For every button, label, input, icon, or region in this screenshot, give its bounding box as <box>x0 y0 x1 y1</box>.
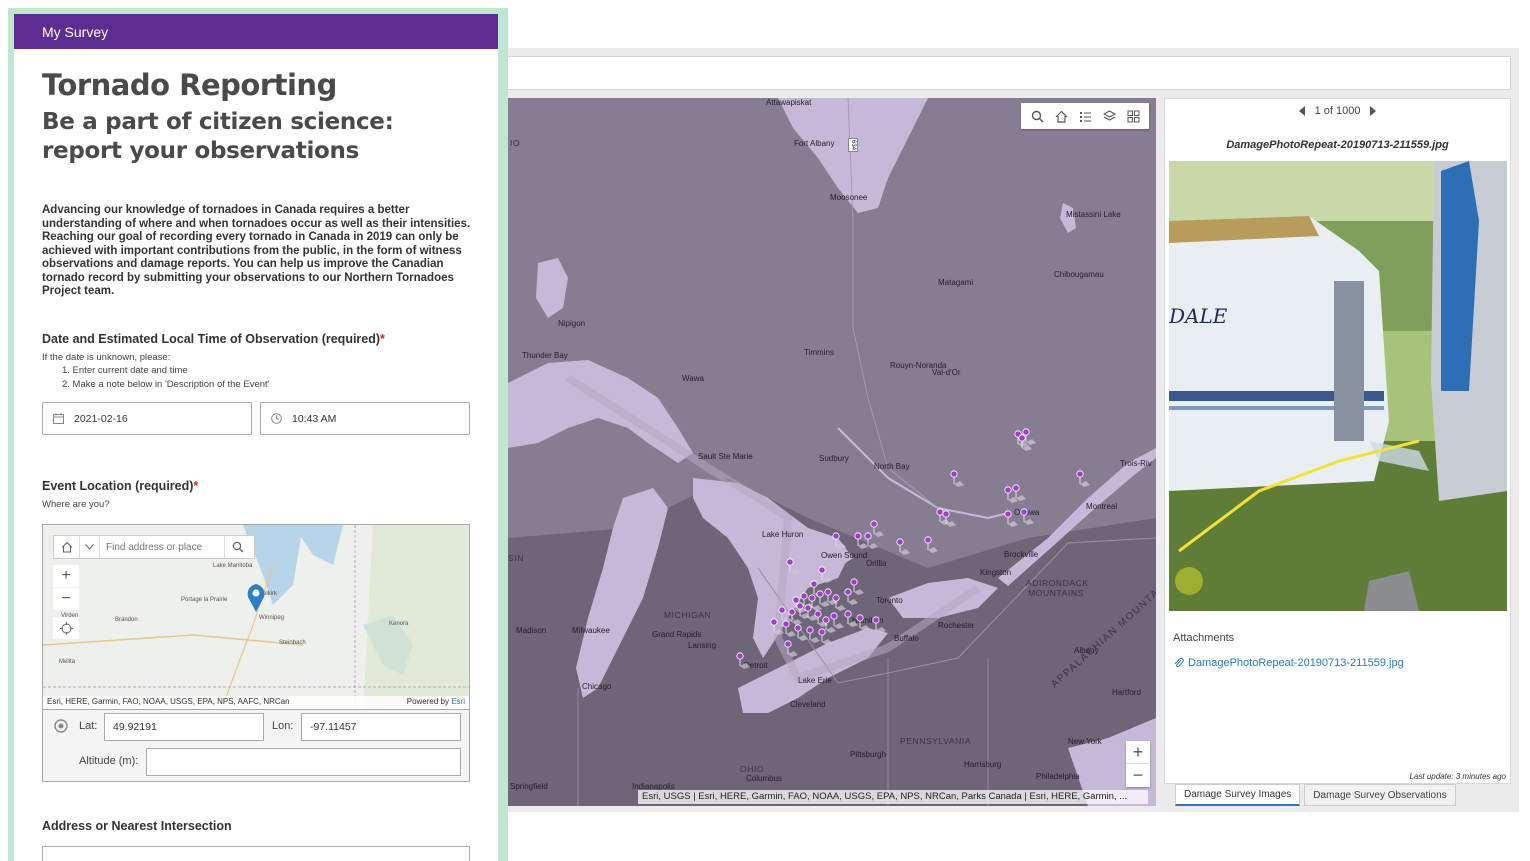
time-field[interactable]: 10:43 AM <box>260 402 470 435</box>
observation-pin-icon[interactable] <box>872 616 886 633</box>
form-intro: Advancing our knowledge of tornadoes in … <box>42 204 471 297</box>
observation-pin-icon[interactable] <box>850 578 864 595</box>
place-label: Melita <box>59 659 76 665</box>
observation-pin-icon[interactable] <box>856 614 870 631</box>
place-label: Brandon <box>115 617 138 623</box>
time-value: 10:43 AM <box>292 412 337 425</box>
observation-pin-icon[interactable] <box>950 470 964 487</box>
observation-pin-icon[interactable] <box>818 566 832 583</box>
location-search-input[interactable] <box>100 541 224 553</box>
required-mark: * <box>193 479 199 493</box>
tab-damage-survey-observations[interactable]: Damage Survey Observations <box>1304 784 1456 806</box>
lon-label: Lon: <box>272 720 294 732</box>
observation-pin-icon[interactable] <box>736 652 750 669</box>
observation-pin-icon[interactable] <box>806 626 820 643</box>
location-map[interactable]: Lake Manitoba Selkirk Portage la Prairie… <box>42 524 470 710</box>
hint-step: 1. Enter current date and time <box>62 365 188 376</box>
chevron-down-icon[interactable] <box>80 536 100 558</box>
survey-app-title: My Survey <box>42 23 109 40</box>
observation-pin-icon[interactable] <box>1004 510 1018 527</box>
calendar-icon <box>53 413 64 424</box>
date-question-label: Date and Estimated Local Time of Observa… <box>42 332 385 346</box>
image-gallery-panel: 1 of 1000 DamagePhotoRepeat-20190713-211… <box>1164 98 1511 784</box>
lon-input[interactable]: -97.11457 <box>301 713 461 741</box>
pager-text: 1 of 1000 <box>1314 105 1361 117</box>
date-question-steps: 1. Enter current date and time 2. Make a… <box>62 364 269 391</box>
coordinates-panel: Lat: 49.92191 Lon: -97.11457 Altitude (m… <box>42 710 470 782</box>
trailer-logo-text: DALE <box>1169 304 1228 328</box>
place-label: Lake Manitoba <box>213 563 253 569</box>
previous-arrow-icon[interactable] <box>1298 106 1305 116</box>
clock-icon <box>271 413 282 424</box>
place-label: Steinbach <box>279 640 306 646</box>
map-view[interactable]: Attawapiskat Fort Albany Moosonee Mistas… <box>508 98 1156 806</box>
home-icon[interactable] <box>1051 106 1071 126</box>
next-arrow-icon[interactable] <box>1370 106 1377 116</box>
survey-form: My Survey Tornado Reporting Be a part of… <box>14 14 498 861</box>
observation-pin-icon[interactable] <box>844 610 858 627</box>
observation-pin-icon[interactable] <box>1076 470 1090 487</box>
lat-input[interactable]: 49.92191 <box>104 713 264 741</box>
location-pin-icon[interactable] <box>246 583 266 613</box>
last-update-text: Last update: 3 minutes ago <box>1409 772 1506 781</box>
observation-pin-icon[interactable] <box>896 538 910 555</box>
address-input[interactable] <box>42 846 470 861</box>
paperclip-icon <box>1174 657 1184 668</box>
location-question-label: Event Location (required)* <box>42 479 199 493</box>
attachment-filename: DamagePhotoRepeat-20190713-211559.jpg <box>1188 657 1404 669</box>
dashboard-tabs: Damage Survey Images Damage Survey Obser… <box>1175 784 1456 806</box>
zoom-in-button[interactable]: + <box>1126 741 1150 764</box>
legend-icon[interactable] <box>1075 106 1095 126</box>
observation-pin-icon[interactable] <box>924 536 938 553</box>
observation-pin-icon[interactable] <box>794 624 808 641</box>
zoom-in-button[interactable]: + <box>53 565 79 587</box>
survey-app-header: My Survey <box>14 14 498 49</box>
zoom-out-button[interactable]: − <box>1126 764 1150 787</box>
layers-icon[interactable] <box>1099 106 1119 126</box>
location-question-hint: Where are you? <box>42 499 110 510</box>
damage-photo[interactable]: DALE <box>1169 161 1507 611</box>
gallery-pager: 1 of 1000 <box>1165 105 1510 117</box>
location-search <box>53 535 255 559</box>
form-subtitle: Be a part of citizen science: report you… <box>42 109 394 164</box>
place-label: Winnipeg <box>259 615 285 621</box>
observation-pins[interactable] <box>508 98 1156 806</box>
observation-pin-icon[interactable] <box>1020 508 1034 525</box>
attachments-heading: Attachments <box>1173 632 1235 644</box>
map-toolbar <box>1021 103 1149 129</box>
map-zoom-control: + − <box>1126 741 1150 787</box>
address-question-label: Address or Nearest Intersection <box>42 819 232 833</box>
basemap-gallery-icon[interactable] <box>1123 106 1143 126</box>
observation-pin-icon[interactable] <box>784 640 798 657</box>
date-field[interactable]: 2021-02-16 <box>42 402 252 435</box>
attachment-link[interactable]: DamagePhotoRepeat-20190713-211559.jpg <box>1173 657 1404 669</box>
home-icon[interactable] <box>54 536 80 558</box>
place-label: Portage la Prairie <box>181 597 228 603</box>
form-title: Tornado Reporting <box>42 68 337 102</box>
lat-label: Lat: <box>79 720 98 732</box>
altitude-label: Altitude (m): <box>79 755 139 767</box>
observation-pin-icon[interactable] <box>770 618 784 635</box>
search-icon[interactable] <box>224 536 250 558</box>
required-mark: * <box>380 332 385 346</box>
observation-pin-icon[interactable] <box>832 532 846 549</box>
search-icon[interactable] <box>1027 106 1047 126</box>
observation-pin-icon[interactable] <box>786 558 800 575</box>
observation-pin-icon[interactable] <box>870 520 884 537</box>
date-question-hint: If the date is unknown, please: <box>42 352 171 363</box>
hint-step: 2. Make a note below in 'Description of … <box>62 378 270 390</box>
map-attribution: Esri, USGS | Esri, HERE, Garmin, FAO, NO… <box>638 790 1148 804</box>
date-value: 2021-02-16 <box>74 412 128 425</box>
gallery-image-title: DamagePhotoRepeat-20190713-211559.jpg <box>1226 139 1449 151</box>
gps-icon[interactable] <box>53 718 69 734</box>
locate-icon[interactable] <box>53 617 79 639</box>
location-map-attribution: Esri, HERE, Garmin, FAO, NOAA, USGS, EPA… <box>43 696 469 709</box>
observation-pin-icon[interactable] <box>830 612 844 629</box>
tab-damage-survey-images[interactable]: Damage Survey Images <box>1175 784 1301 806</box>
zoom-out-button[interactable]: − <box>53 588 79 610</box>
altitude-input[interactable] <box>146 748 461 776</box>
place-label: Kenora <box>389 621 409 627</box>
dashboard-header-bar <box>500 56 1511 90</box>
